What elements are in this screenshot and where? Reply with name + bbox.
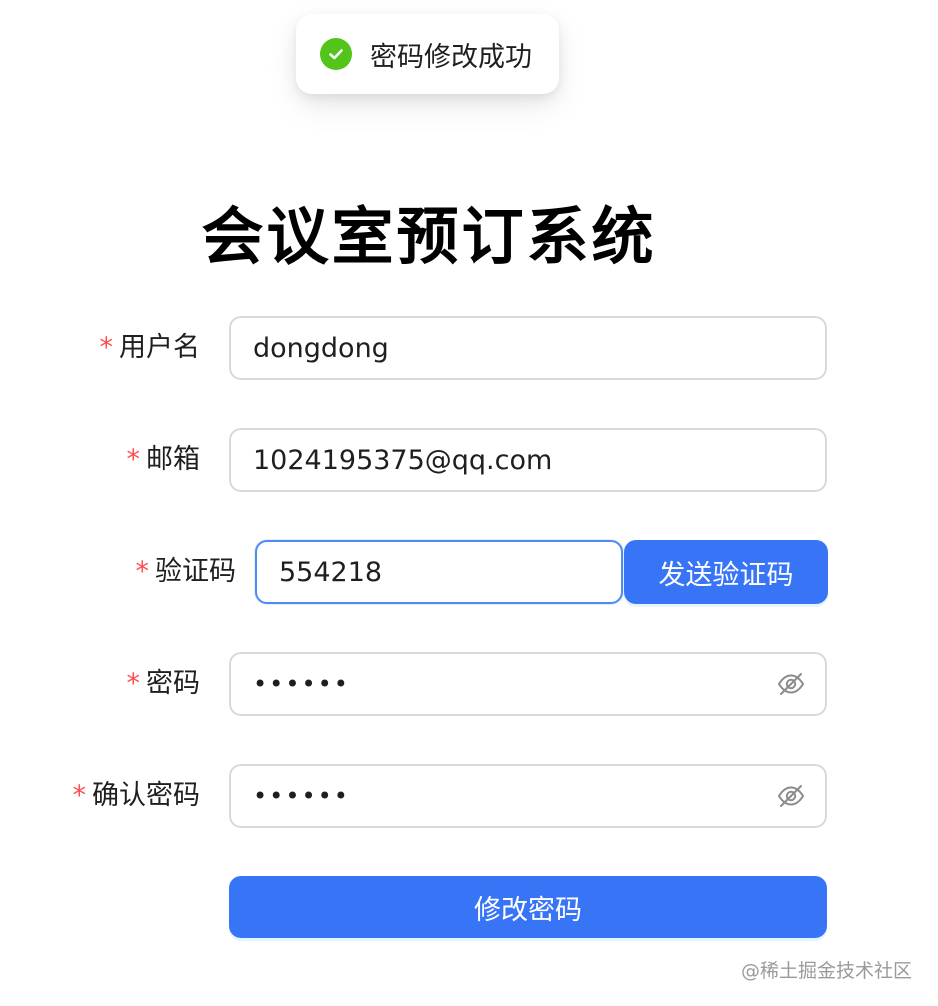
required-mark: *: [126, 444, 141, 475]
success-toast: 密码修改成功: [296, 14, 559, 94]
email-input[interactable]: 1024195375@qq.com: [229, 428, 827, 492]
email-value: 1024195375@qq.com: [253, 444, 553, 476]
change-password-button[interactable]: 修改密码: [229, 876, 827, 938]
username-label-text: 用户名: [119, 332, 200, 363]
captcha-input[interactable]: 554218: [255, 540, 623, 604]
check-circle-icon: [320, 38, 352, 70]
toast-message: 密码修改成功: [370, 41, 532, 73]
password-label-text: 密码: [146, 668, 200, 699]
send-captcha-button[interactable]: 发送验证码: [624, 540, 828, 604]
confirm-password-row: * 确认密码 ••••••: [0, 764, 938, 828]
required-mark: *: [72, 780, 87, 811]
required-mark: *: [99, 332, 114, 363]
captcha-label: * 验证码: [136, 540, 237, 604]
confirm-password-label: * 确认密码: [73, 764, 201, 828]
required-mark: *: [135, 556, 150, 587]
email-label-text: 邮箱: [146, 444, 200, 475]
password-label: * 密码: [127, 652, 201, 716]
password-value: ••••••: [253, 670, 350, 698]
username-value: dongdong: [253, 332, 389, 364]
page: 密码修改成功 会议室预订系统 * 用户名 dongdong * 邮箱 1024195…: [0, 0, 938, 1006]
confirm-password-input[interactable]: ••••••: [229, 764, 827, 828]
username-row: * 用户名 dongdong: [0, 316, 938, 380]
watermark: @稀土掘金技术社区: [740, 960, 912, 982]
captcha-row: * 验证码 554218 发送验证码: [0, 540, 938, 604]
confirm-password-label-text: 确认密码: [92, 780, 200, 811]
eye-invisible-icon[interactable]: [775, 668, 807, 700]
eye-invisible-icon[interactable]: [775, 780, 807, 812]
required-mark: *: [126, 668, 141, 699]
username-label: * 用户名: [100, 316, 201, 380]
email-row: * 邮箱 1024195375@qq.com: [0, 428, 938, 492]
confirm-password-value: ••••••: [253, 782, 350, 810]
username-input[interactable]: dongdong: [229, 316, 827, 380]
password-input[interactable]: ••••••: [229, 652, 827, 716]
email-label: * 邮箱: [127, 428, 201, 492]
password-row: * 密码 ••••••: [0, 652, 938, 716]
page-title: 会议室预订系统: [201, 200, 657, 273]
captcha-label-text: 验证码: [155, 556, 236, 587]
captcha-value: 554218: [279, 556, 383, 588]
